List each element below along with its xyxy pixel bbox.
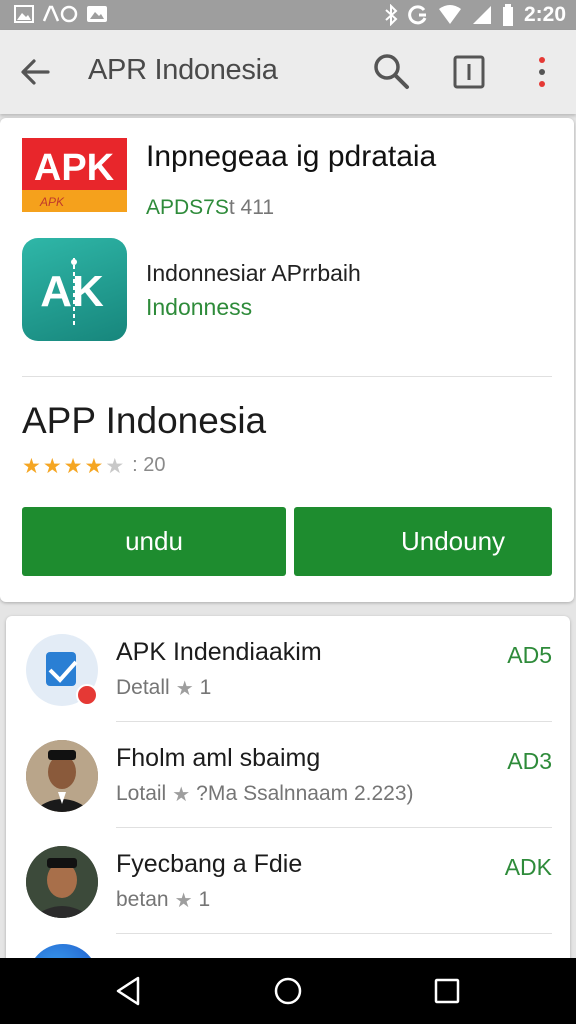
star-icon: ★ bbox=[174, 888, 193, 912]
app-detail-card: APK APK Inpnegeaa ig pdrataia APDS7St 41… bbox=[0, 118, 574, 602]
nav-recents-icon[interactable] bbox=[430, 974, 464, 1008]
header-subtitle: APDS7St 411 bbox=[146, 196, 274, 220]
app-icon-text: AK bbox=[40, 267, 104, 316]
star-half-icon: ★ bbox=[84, 453, 104, 478]
header-subtitle-gray: t 411 bbox=[228, 196, 275, 219]
list-item[interactable]: Fholm aml sbaimg Lotail ★ ?Ма Ssalnnaam 2.… bbox=[6, 722, 570, 828]
wifi-icon bbox=[438, 5, 461, 24]
list-item-tag: AD5 bbox=[507, 642, 552, 668]
list-item-tag: ADK bbox=[504, 854, 552, 880]
more-options-icon[interactable] bbox=[530, 52, 554, 92]
notification-badge bbox=[76, 684, 98, 706]
star-empty-icon: ★ bbox=[105, 453, 125, 478]
person-avatar bbox=[26, 846, 98, 918]
list-item-title: Fyecbang a Fdie bbox=[116, 850, 303, 878]
sync-icon bbox=[408, 5, 427, 25]
divider bbox=[116, 933, 552, 934]
person-avatar bbox=[26, 740, 98, 812]
back-arrow-icon[interactable] bbox=[18, 54, 58, 90]
list-item-title: APK Indendiaakim bbox=[116, 638, 322, 666]
secondary-button[interactable]: Undouny bbox=[294, 507, 552, 576]
status-bar: 2:20 bbox=[0, 0, 576, 30]
info-box-icon[interactable] bbox=[452, 54, 486, 90]
app-bar: APR Indonesia bbox=[0, 30, 576, 114]
signal-icon bbox=[472, 6, 491, 24]
rating-row: ★ ★ ★ ★ ★ : 20 bbox=[22, 454, 166, 477]
logo-text: APK bbox=[34, 147, 115, 189]
apk-logo: APK APK bbox=[22, 138, 127, 212]
gallery-icon bbox=[87, 6, 107, 22]
list-item[interactable]: APK Indendiaakim Detall ★ 1 AD5 bbox=[6, 616, 570, 722]
nav-home-icon[interactable] bbox=[271, 974, 305, 1008]
star-full-icon: ★ bbox=[63, 453, 83, 478]
app-bar-title: APR Indonesia bbox=[88, 54, 278, 86]
star-full-icon: ★ bbox=[22, 453, 41, 478]
list-item[interactable]: Fyecbang a Fdie betan ★ 1 ADK bbox=[6, 828, 570, 934]
star-icon: ★ bbox=[172, 782, 191, 806]
install-button[interactable]: undu bbox=[22, 507, 286, 576]
list-item-subtitle: betan ★ 1 bbox=[116, 888, 211, 912]
list-item-subtitle: Detall ★ 1 bbox=[116, 676, 212, 700]
list-item-title: Fholm aml sbaimg bbox=[116, 744, 321, 772]
related-apps-card: APK Indendiaakim Detall ★ 1 AD5 Fholm aml … bbox=[6, 616, 570, 976]
nav-back-icon[interactable] bbox=[112, 974, 146, 1008]
star-icon: ★ bbox=[175, 676, 194, 700]
list-item-subtitle: Lotail ★ ?Ма Ssalnnaam 2.223) bbox=[116, 782, 414, 806]
bluetooth-icon bbox=[385, 4, 398, 26]
developer-subtitle[interactable]: Indonness bbox=[146, 294, 252, 321]
divider bbox=[22, 376, 552, 377]
header-subtitle-green: APDS7S bbox=[146, 196, 229, 219]
header-title: Inpnegeaa ig pdrataia bbox=[146, 140, 437, 173]
navigation-bar bbox=[0, 958, 576, 1024]
rating-count: : 20 bbox=[132, 454, 166, 476]
app-name: APP Indonesia bbox=[22, 400, 267, 441]
status-time: 2:20 bbox=[523, 3, 566, 26]
logo-subtext: APK bbox=[39, 195, 65, 209]
notification-icon bbox=[42, 5, 78, 23]
developer-name[interactable]: Indonnesiar APrrbaih bbox=[146, 260, 361, 287]
image-icon bbox=[14, 5, 34, 23]
star-full-icon: ★ bbox=[42, 453, 62, 478]
search-icon[interactable] bbox=[372, 52, 410, 90]
list-item-tag: AD3 bbox=[507, 748, 552, 774]
app-icon[interactable]: AK bbox=[22, 238, 127, 341]
battery-icon bbox=[502, 4, 513, 26]
